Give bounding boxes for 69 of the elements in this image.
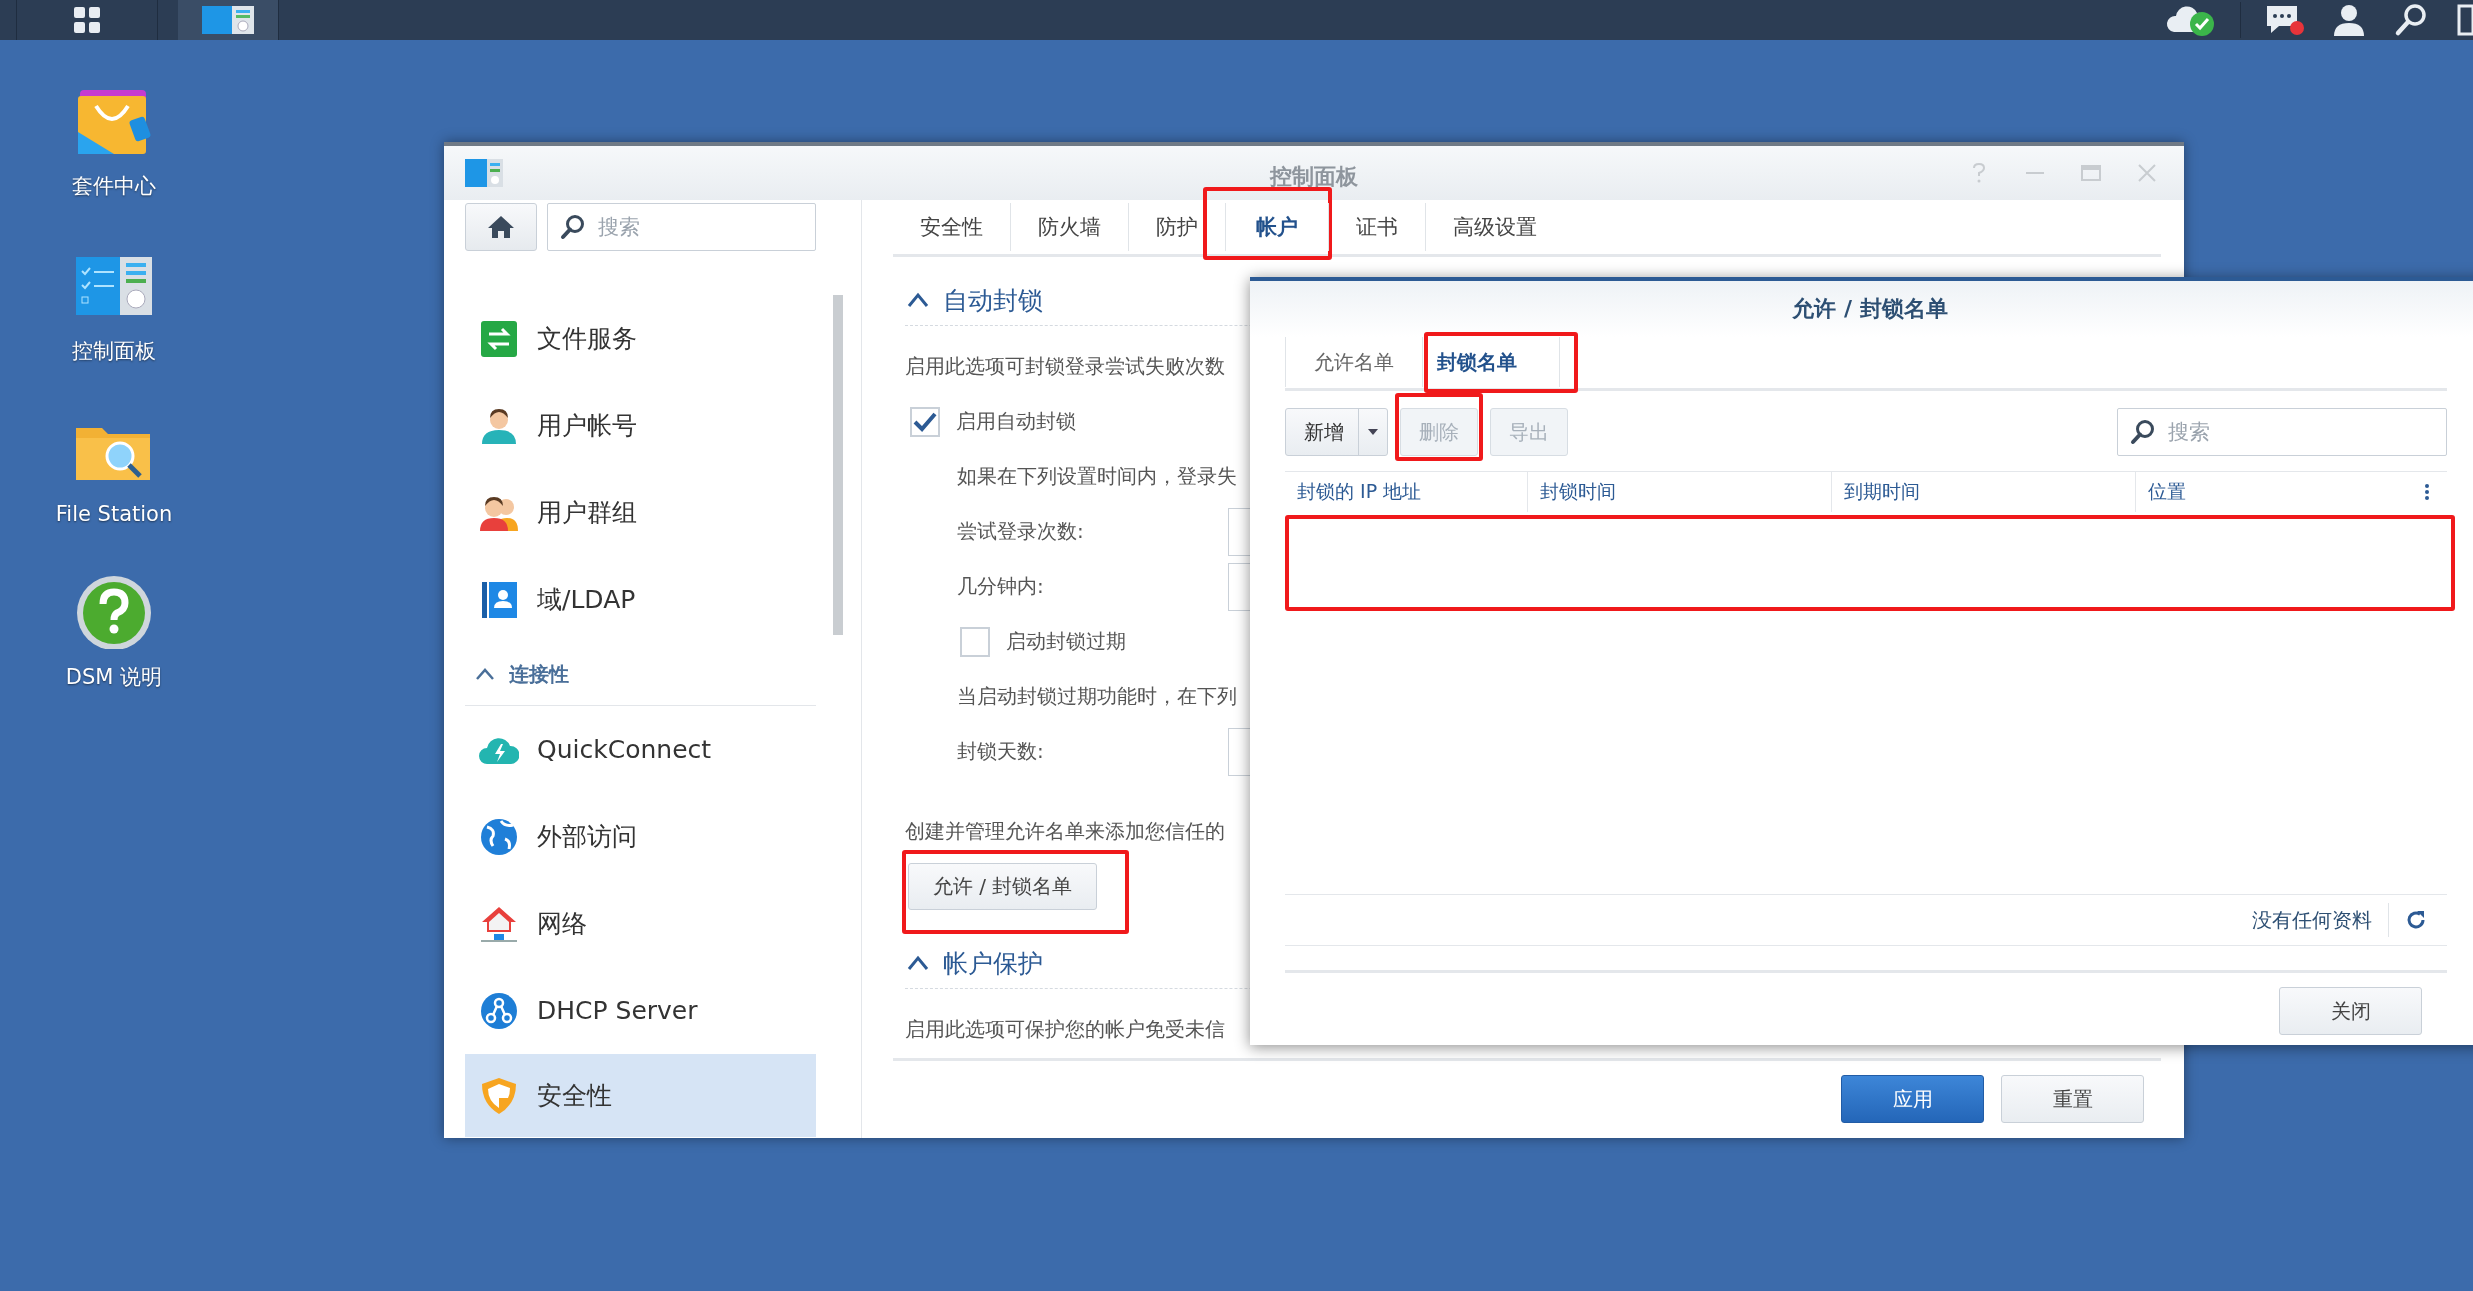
- main-menu-button[interactable]: [16, 0, 158, 40]
- tab[interactable]: 防护: [1128, 203, 1225, 251]
- shortcut-label[interactable]: DSM 说明: [65, 663, 163, 691]
- sidebar-item[interactable]: 网络: [465, 880, 816, 967]
- description-text: 当启动封锁过期功能时，在下列: [957, 683, 1237, 710]
- description-text: 启用此选项可封锁登录尝试失败次数: [905, 353, 1225, 380]
- tab[interactable]: 封锁名单: [1423, 337, 1560, 387]
- column-header[interactable]: 位置: [2136, 472, 2407, 512]
- search-field[interactable]: 搜索: [547, 203, 816, 251]
- exchange-arrows-icon: [479, 318, 519, 359]
- sidebar-item[interactable]: QuickConnect: [465, 706, 816, 793]
- column-header[interactable]: 到期时间: [1832, 472, 2136, 512]
- sidebar-item[interactable]: 域/LDAP: [465, 556, 816, 643]
- status-text: 没有任何资料: [2252, 906, 2372, 934]
- home-button[interactable]: [465, 203, 537, 251]
- sidebar-item[interactable]: 用户帐号: [465, 382, 816, 469]
- list-button[interactable]: 允许 / 封锁名单: [908, 863, 1098, 910]
- add-split-button[interactable]: 新增: [1285, 408, 1388, 456]
- home-icon: [487, 214, 515, 240]
- description-text: 创建并管理允许名单来添加您信任的: [905, 818, 1225, 845]
- tab[interactable]: 帐户: [1225, 203, 1328, 251]
- tab[interactable]: 安全性: [893, 203, 1010, 251]
- control-panel-icon: [200, 4, 256, 36]
- reset-button[interactable]: 重置: [2001, 1075, 2144, 1123]
- shortcut-label[interactable]: 套件中心: [72, 172, 156, 200]
- control-panel-icon: [464, 157, 504, 189]
- shortcut-label[interactable]: File Station: [55, 502, 173, 526]
- connected-nodes-icon: [479, 990, 519, 1031]
- dialog-title: 允许 / 封锁名单: [1792, 295, 1948, 323]
- column-header[interactable]: 封锁的 IP 地址: [1285, 472, 1528, 512]
- scrollbar-thumb[interactable]: [833, 295, 844, 635]
- sidebar-item[interactable]: 外部访问: [465, 793, 816, 880]
- taskbar-app-button[interactable]: [178, 0, 279, 40]
- sidebar-item[interactable]: DHCP Server: [465, 967, 816, 1054]
- checkbox-label[interactable]: 启动封锁过期: [1006, 628, 1126, 655]
- shortcut-label[interactable]: 控制面板: [72, 337, 156, 365]
- contact-book-icon: [479, 579, 519, 620]
- shield-icon: [479, 1075, 519, 1116]
- refresh-icon[interactable]: [2405, 909, 2427, 931]
- tab[interactable]: 允许名单: [1285, 337, 1423, 387]
- field-label: 几分钟内:: [957, 573, 1045, 600]
- tab[interactable]: 证书: [1328, 203, 1425, 251]
- section-title: 帐户保护: [943, 947, 1043, 980]
- caret-down-icon: [1367, 428, 1379, 436]
- sidebar-item[interactable]: 安全性: [465, 1054, 816, 1137]
- sidebar-item[interactable]: 用户群组: [465, 469, 816, 556]
- description-text: 启用此选项可保护您的帐户免受未信: [905, 1016, 1225, 1043]
- help-icon[interactable]: [74, 573, 154, 649]
- tab[interactable]: 防火墙: [1010, 203, 1128, 251]
- close-button[interactable]: 关闭: [2279, 987, 2422, 1035]
- field-label: 封锁天数:: [957, 738, 1045, 765]
- checkbox[interactable]: [960, 626, 990, 657]
- section-header[interactable]: 连接性: [465, 643, 816, 706]
- section-title: 自动封锁: [943, 284, 1043, 317]
- window-title: 控制面板: [1270, 163, 1358, 191]
- checkbox-label[interactable]: 启用自动封锁: [956, 408, 1076, 435]
- section-label: 连接性: [509, 660, 569, 688]
- apply-button[interactable]: 应用: [1841, 1075, 1984, 1123]
- grid-icon: [73, 6, 101, 34]
- kebab-icon: [2424, 484, 2430, 500]
- checkmark-icon: [912, 410, 938, 433]
- globe-icon: [479, 816, 519, 857]
- sidebar-item[interactable]: 文件服务: [465, 295, 816, 382]
- field-label: 尝试登录次数:: [957, 518, 1085, 545]
- search-field[interactable]: 搜索: [2117, 408, 2447, 456]
- checkbox[interactable]: [910, 406, 940, 437]
- tab[interactable]: 高级设置: [1425, 203, 1564, 251]
- column-header[interactable]: 封锁时间: [1528, 472, 1832, 512]
- description-text: 如果在下列设置时间内，登录失: [957, 463, 1237, 490]
